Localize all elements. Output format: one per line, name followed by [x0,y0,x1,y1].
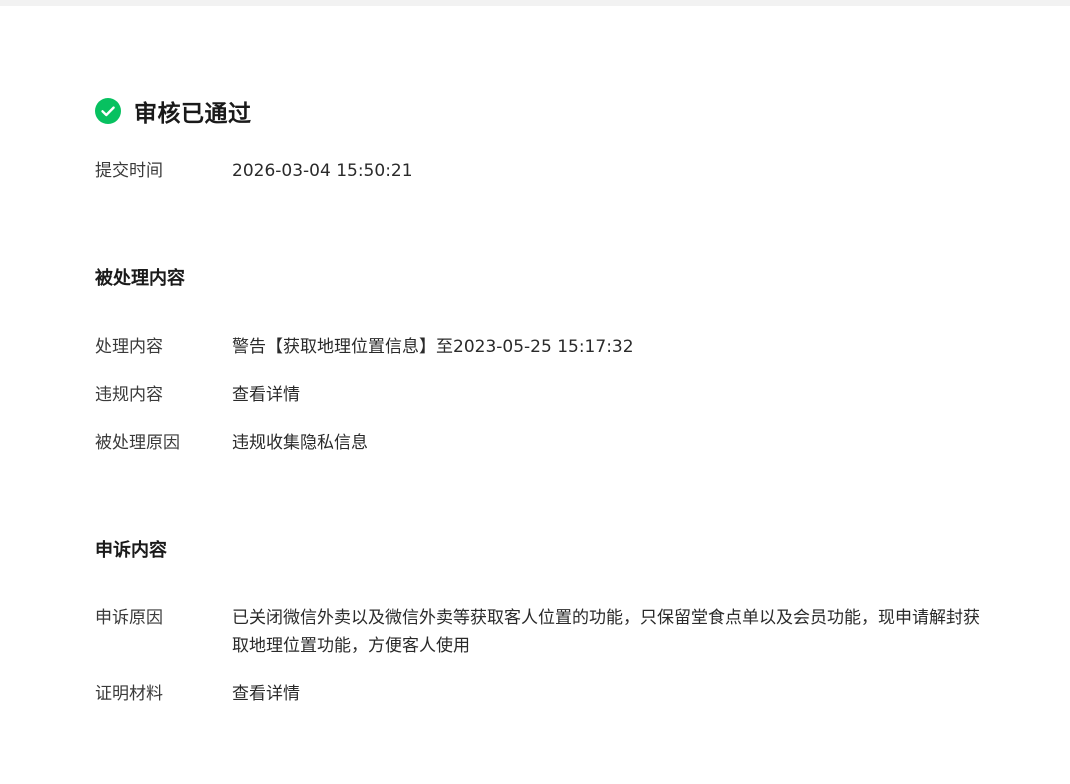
status-title: 审核已通过 [134,101,252,127]
review-status: 审核已通过 [95,94,252,128]
appeal-reason-value: 已关闭微信外卖以及微信外卖等获取客人位置的功能，只保留堂食点单以及会员功能，现申… [232,608,980,656]
appeal-content-heading: 申诉内容 [95,540,167,561]
processed-reason-value: 违规收集隐私信息 [232,433,368,453]
proof-material-row: 证明材料 查看详情 [95,680,992,708]
submit-time-row: 提交时间 2026-03-04 15:50:21 [95,157,992,185]
appeal-reason-row: 申诉原因 已关闭微信外卖以及微信外卖等获取客人位置的功能，只保留堂食点单以及会员… [95,604,992,660]
processed-reason-row: 被处理原因 违规收集隐私信息 [95,429,992,457]
submit-time-label: 提交时间 [95,161,163,181]
proof-details-link[interactable]: 查看详情 [232,680,992,708]
processed-reason-label: 被处理原因 [95,433,180,453]
processed-action-value: 警告【获取地理位置信息】至2023-05-25 15:17:32 [232,337,634,357]
violation-content-label: 违规内容 [95,385,163,405]
appeal-reason-label: 申诉原因 [95,608,163,628]
processed-content-heading: 被处理内容 [95,268,185,289]
proof-material-label: 证明材料 [95,684,163,704]
processed-action-row: 处理内容 警告【获取地理位置信息】至2023-05-25 15:17:32 [95,333,992,361]
top-divider [0,0,1070,6]
submit-time-value: 2026-03-04 15:50:21 [232,161,413,181]
check-circle-icon [95,98,121,124]
processed-action-label: 处理内容 [95,337,163,357]
violation-details-link[interactable]: 查看详情 [232,381,992,409]
violation-content-row: 违规内容 查看详情 [95,381,992,409]
